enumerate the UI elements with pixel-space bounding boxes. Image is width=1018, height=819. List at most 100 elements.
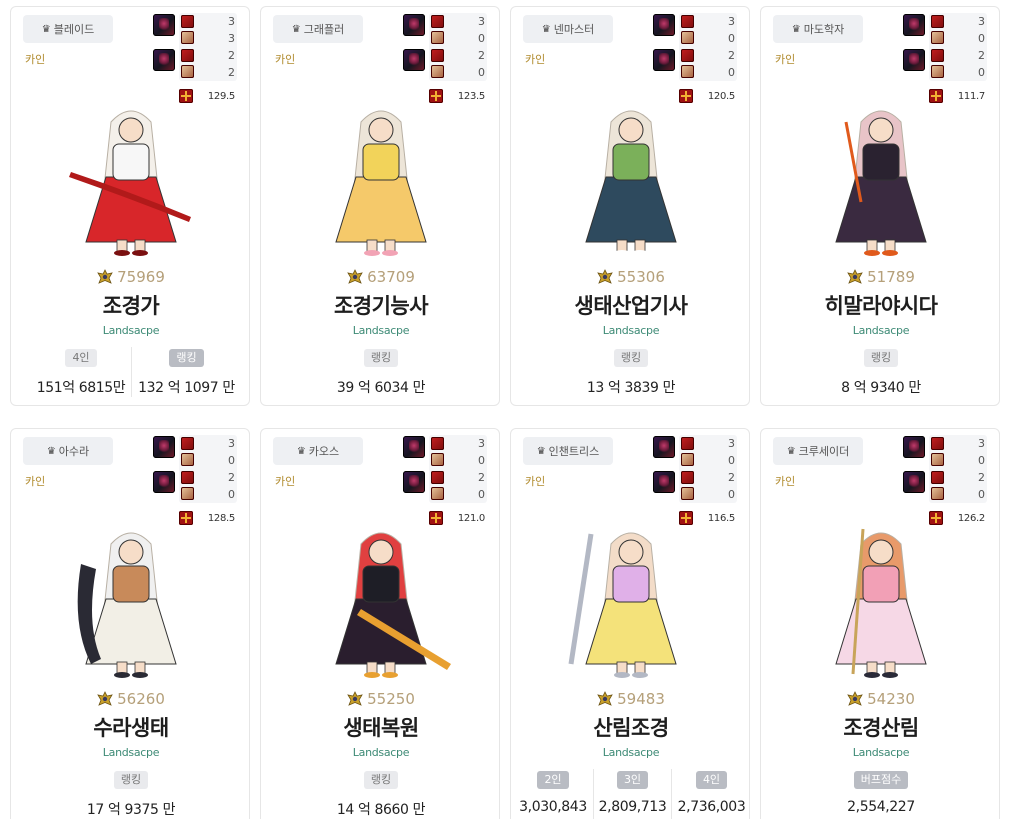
- character-name[interactable]: 생태산업기사: [511, 290, 749, 320]
- character-shoe: [132, 672, 148, 678]
- class-name: 아수라: [58, 445, 90, 458]
- character-card[interactable]: ♛ 인챈트리스 카인 3 0 2 0 116.5 59483 산림조경 Land…: [510, 428, 750, 819]
- fame-icon: [347, 269, 363, 284]
- class-icon: ♛: [41, 23, 51, 35]
- damage-score-icon: [679, 89, 693, 103]
- character-card[interactable]: ♛ 블레이드 카인 3 3 2 2 129.5 75969 조경가 Landsa…: [10, 6, 250, 406]
- set-item-icon: [431, 471, 444, 484]
- damage-score-icon: [679, 511, 693, 525]
- slot-count: 3: [228, 15, 235, 28]
- character-name[interactable]: 조경기능사: [261, 290, 499, 320]
- slot-count: 0: [728, 32, 735, 45]
- fame-value: 55306: [617, 268, 665, 286]
- stat-label[interactable]: 랭킹: [363, 349, 399, 367]
- character-skirt: [85, 598, 177, 665]
- character-head: [618, 117, 644, 143]
- character-portrait: [335, 110, 427, 256]
- character-card[interactable]: ♛ 아수라 카인 3 0 2 0 128.5 56260 수라생태 Landsa…: [10, 428, 250, 819]
- stat-label[interactable]: 랭킹: [169, 349, 204, 367]
- title-slot-icon: [153, 471, 175, 493]
- class-name: 블레이드: [53, 23, 95, 36]
- weapon-slot-icon: [403, 436, 425, 458]
- slot-count: 3: [978, 437, 985, 450]
- character-shoe: [614, 250, 630, 256]
- stat-label[interactable]: 랭킹: [363, 771, 399, 789]
- guild-name[interactable]: Landsacpe: [761, 746, 999, 759]
- damage-score-icon: [179, 511, 193, 525]
- slot-count: 3: [228, 32, 235, 45]
- guild-name[interactable]: Landsacpe: [511, 746, 749, 759]
- character-name[interactable]: 히말라야시다: [761, 290, 999, 320]
- stat-label[interactable]: 버프점수: [853, 771, 909, 789]
- character-head: [868, 117, 894, 143]
- class-icon: ♛: [791, 23, 801, 35]
- stat-label[interactable]: 랭킹: [613, 349, 649, 367]
- character-portrait: [77, 532, 177, 678]
- class-badge: ♛ 블레이드: [23, 15, 113, 43]
- character-shoe: [614, 672, 630, 678]
- character-card[interactable]: ♛ 크루세이더 카인 3 0 2 0 126.2 54230 조경산림 Land…: [760, 428, 1000, 819]
- slot-count: 0: [728, 488, 735, 501]
- fame-row: 55250: [261, 689, 499, 709]
- fame-value: 55250: [367, 690, 415, 708]
- class-badge: ♛ 아수라: [23, 437, 113, 465]
- guild-name[interactable]: Landsacpe: [11, 746, 249, 759]
- character-portrait: [585, 110, 677, 256]
- character-shoe: [382, 672, 398, 678]
- set-item-icon: [681, 49, 694, 62]
- character-card[interactable]: ♛ 마도학자 카인 3 0 2 0 111.7 51789 히말라야시다 Lan…: [760, 6, 1000, 406]
- character-skirt: [335, 176, 427, 243]
- slot-count: 0: [478, 32, 485, 45]
- set-item-icon: [431, 487, 444, 500]
- slot-count: 3: [728, 15, 735, 28]
- guild-name[interactable]: Landsacpe: [11, 324, 249, 337]
- server-name: 카인: [25, 475, 46, 488]
- slot-count: 2: [228, 471, 235, 484]
- character-skirt: [835, 598, 927, 665]
- fame-row: 59483: [511, 689, 749, 709]
- guild-name[interactable]: Landsacpe: [511, 324, 749, 337]
- character-name[interactable]: 산림조경: [511, 712, 749, 742]
- stat-block: 랭킹 13 억 3839 만: [571, 347, 691, 397]
- slot-count: 0: [478, 66, 485, 79]
- character-head: [868, 539, 894, 565]
- character-name[interactable]: 조경가: [11, 290, 249, 320]
- class-badge: ♛ 카오스: [273, 437, 363, 465]
- guild-name[interactable]: Landsacpe: [761, 324, 999, 337]
- set-item-icon: [181, 487, 194, 500]
- character-card[interactable]: ♛ 카오스 카인 3 0 2 0 121.0 55250 생태복원 Landsa…: [260, 428, 500, 819]
- class-icon: ♛: [296, 445, 306, 457]
- stat-block: 랭킹 8 억 9340 만: [821, 347, 941, 397]
- character-head: [368, 539, 394, 565]
- character-card[interactable]: ♛ 넨마스터 카인 3 0 2 0 120.5 55306 생태산업기사 Lan…: [510, 6, 750, 406]
- fame-value: 75969: [117, 268, 165, 286]
- character-portrait: [69, 110, 191, 256]
- character-name[interactable]: 생태복원: [261, 712, 499, 742]
- stats-row: 랭킹 17 억 9375 만: [11, 769, 249, 819]
- class-icon: ♛: [786, 445, 796, 457]
- fame-icon: [97, 691, 113, 706]
- damage-score-icon: [429, 511, 443, 525]
- set-item-icon: [181, 49, 194, 62]
- character-name[interactable]: 수라생태: [11, 712, 249, 742]
- stat-label[interactable]: 3인: [616, 771, 649, 789]
- stat-label[interactable]: 랭킹: [863, 349, 899, 367]
- set-item-icon: [181, 471, 194, 484]
- class-name: 크루세이더: [798, 445, 850, 458]
- set-item-icon: [181, 453, 194, 466]
- damage-score: 126.2: [957, 513, 985, 524]
- slot-count: 3: [478, 437, 485, 450]
- stat-label[interactable]: 4인: [695, 771, 728, 789]
- stat-label[interactable]: 2인: [537, 771, 569, 789]
- stat-label[interactable]: 랭킹: [113, 771, 149, 789]
- class-name: 그래플러: [303, 23, 345, 36]
- character-name[interactable]: 조경산림: [761, 712, 999, 742]
- guild-name[interactable]: Landsacpe: [261, 324, 499, 337]
- character-top: [612, 143, 650, 181]
- stat-label[interactable]: 4인: [65, 349, 97, 367]
- slot-count: 0: [228, 454, 235, 467]
- guild-name[interactable]: Landsacpe: [261, 746, 499, 759]
- character-card[interactable]: ♛ 그래플러 카인 3 0 2 0 123.5 63709 조경기능사 Land…: [260, 6, 500, 406]
- slot-count: 2: [728, 471, 735, 484]
- character-card-grid: ♛ 블레이드 카인 3 3 2 2 129.5 75969 조경가 Landsa…: [0, 0, 1018, 819]
